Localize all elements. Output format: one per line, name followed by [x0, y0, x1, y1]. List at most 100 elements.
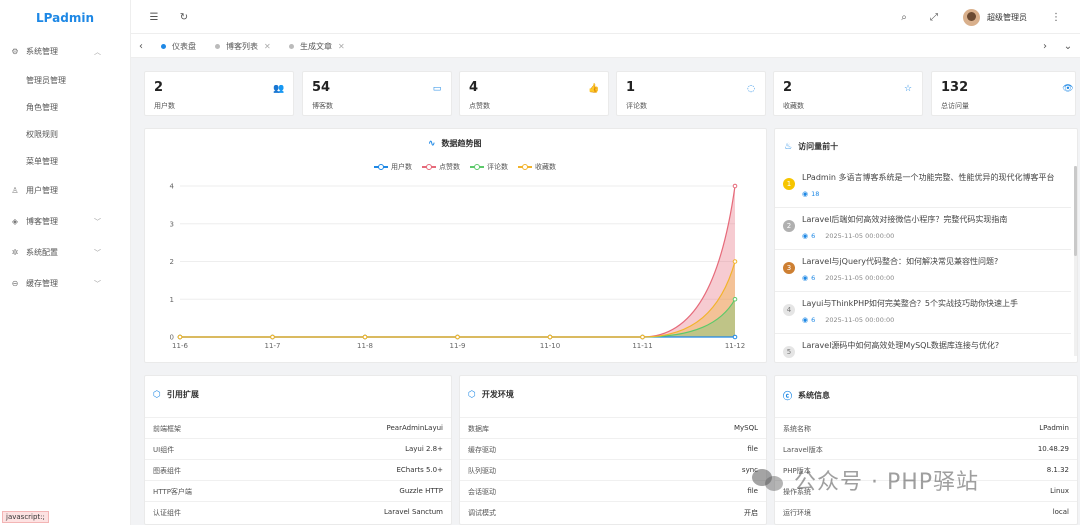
series-point [732, 259, 738, 264]
info-key: Laravel版本 [783, 446, 823, 454]
view-count: 18 [811, 190, 820, 198]
series-point [177, 334, 183, 340]
article-date: 2025-11-05 00:00:00 [825, 274, 895, 282]
sidebar-subitem-menus[interactable]: 菜单管理 [0, 148, 130, 175]
legend-item[interactable]: 收藏数 [518, 162, 556, 172]
article-title[interactable]: Layui与ThinkPHP如何完美整合？5个实战技巧助你快速上手 [802, 298, 1018, 309]
tab-blog-list[interactable]: 博客列表 ✕ [215, 38, 271, 54]
more-icon[interactable]: ⋮ [1049, 10, 1063, 24]
article-title[interactable]: Laravel后端如何高效对接微信小程序？完整代码实现指南 [802, 214, 1007, 225]
eye-icon: ◉ [802, 316, 809, 324]
refresh-icon[interactable]: ↻ [177, 10, 191, 24]
devenv-title: ⬡ 开发环境 [468, 389, 514, 400]
article-title[interactable]: Laravel源码中如何高效处理MySQL数据库连接与优化? [802, 340, 999, 351]
sidebar-item-users[interactable]: ♙ 用户管理 [0, 175, 130, 206]
info-row: 缓存驱动 file [460, 438, 766, 459]
x-tick-label: 11-11 [632, 342, 652, 350]
tab-dropdown-icon[interactable]: ⌄ [1061, 39, 1075, 53]
info-value: LPadmin [1039, 424, 1069, 432]
sidebar-item-config[interactable]: ✲ 系统配置 ﹀ [0, 237, 130, 268]
legend-item[interactable]: 点赞数 [422, 162, 460, 172]
article-title[interactable]: Laravel与jQuery代码整合：如何解决常见兼容性问题? [802, 256, 998, 267]
info-value: PearAdminLayui [386, 424, 443, 432]
y-tick-label: 4 [170, 183, 175, 191]
devenv-title-text: 开发环境 [481, 390, 514, 399]
top-ten-title: ♨ 访问量前十 [784, 141, 838, 152]
wechat-logo-icon [752, 467, 786, 493]
avatar [963, 8, 980, 26]
layers-icon: ◈ [11, 217, 19, 226]
legend-marker [422, 163, 436, 171]
article-title[interactable]: LPadmin 多语言博客系统是一个功能完整、性能优异的现代化博客平台 [802, 172, 1055, 183]
gear-icon: ⚙ [11, 47, 19, 56]
info-key: 调试模式 [468, 509, 496, 517]
sysinfo-title: ⓒ 系统信息 [783, 389, 830, 402]
tab-scroll-right-icon[interactable]: › [1038, 39, 1052, 53]
menu-fold-icon[interactable]: ☰ [147, 10, 161, 24]
legend-label: 评论数 [487, 163, 508, 171]
sysinfo-card: ⓒ 系统信息 系统名称 LPadmin Laravel版本 10.48.29 PHP… [774, 375, 1078, 525]
stat-value: 2 [783, 80, 793, 95]
sidebar: LPadmin ⚙ 系统管理 ︿ 管理员管理 角色管理 权限规则 菜单管理 ♙ … [0, 0, 131, 525]
stat-value: 1 [626, 80, 636, 95]
list-item[interactable]: 5 Laravel源码中如何高效处理MySQL数据库连接与优化? [775, 334, 1071, 362]
extensions-title: ⬡ 引用扩展 [153, 389, 199, 400]
stat-label: 点赞数 [469, 102, 490, 110]
eye-icon: 👁 [1062, 84, 1074, 94]
users-icon: 👥 [273, 84, 285, 94]
article-meta: ◉ 6 2025-11-05 00:00:00 [802, 274, 894, 282]
search-icon[interactable]: ⌕ [897, 10, 911, 24]
sidebar-item-label: 缓存管理 [26, 279, 58, 288]
scroll-thumb[interactable] [1074, 166, 1077, 256]
comment-icon: ◌ [747, 84, 755, 94]
list-item[interactable]: 3 Laravel与jQuery代码整合：如何解决常见兼容性问题? ◉ 6 20… [775, 250, 1071, 292]
tab-dot [289, 43, 294, 49]
star-icon: ☆ [903, 84, 913, 94]
eye-icon: ◉ [802, 232, 809, 240]
info-row: 数据库 MySQL [460, 417, 766, 438]
stat-card-users: 2 用户数 👥 [144, 71, 294, 116]
rank-badge: 1 [783, 178, 795, 190]
legend-label: 点赞数 [439, 163, 460, 171]
stat-card-comments: 1 评论数 ◌ [616, 71, 766, 116]
view-count: 6 [811, 316, 816, 324]
app-logo[interactable]: LPadmin [0, 0, 130, 36]
close-icon[interactable]: ✕ [338, 42, 345, 51]
sidebar-item-cache[interactable]: ⊖ 缓存管理 ﹀ [0, 268, 130, 299]
list-item[interactable]: 2 Laravel后端如何高效对接微信小程序？完整代码实现指南 ◉ 6 2025… [775, 208, 1071, 250]
list-scrollbar[interactable] [1074, 166, 1077, 356]
watermark-text: 公众号 · PHP驿站 [794, 470, 980, 495]
chevron-down-icon: ﹀ [94, 249, 101, 257]
info-row: 运行环境 local [775, 501, 1077, 522]
tab-dot [215, 43, 220, 49]
tab-dashboard[interactable]: 仪表盘 [161, 38, 196, 54]
sidebar-item-blog[interactable]: ◈ 博客管理 ﹀ [0, 206, 130, 237]
legend-marker [470, 163, 484, 171]
tab-scroll-left-icon[interactable]: ‹ [134, 39, 148, 53]
info-row: UI组件 Layui 2.8+ [145, 438, 451, 459]
stat-value: 4 [469, 80, 479, 95]
chart-title-text: 数据趋势图 [441, 139, 482, 148]
user-menu[interactable]: 超级管理员 [963, 8, 1027, 26]
fire-icon: ♨ [784, 141, 793, 152]
info-value: 10.48.29 [1037, 445, 1069, 453]
rank-badge: 2 [783, 220, 795, 232]
rank-badge: 3 [783, 262, 795, 274]
list-item[interactable]: 4 Layui与ThinkPHP如何完美整合？5个实战技巧助你快速上手 ◉ 6 … [775, 292, 1071, 334]
info-row: 认证组件 Laravel Sanctum [145, 501, 451, 522]
sidebar-item-system[interactable]: ⚙ 系统管理 ︿ [0, 36, 130, 67]
stat-card-likes: 4 点赞数 👍 [459, 71, 609, 116]
article-meta: ◉ 6 2025-11-05 00:00:00 [802, 232, 894, 240]
list-item[interactable]: 1 LPadmin 多语言博客系统是一个功能完整、性能优异的现代化博客平台 ◉ … [775, 166, 1071, 208]
sidebar-subitem-permissions[interactable]: 权限规则 [0, 121, 130, 148]
fullscreen-icon[interactable]: ⤢ [927, 10, 941, 24]
sidebar-subitem-admins[interactable]: 管理员管理 [0, 67, 130, 94]
info-key: 图表组件 [153, 467, 181, 475]
legend-item[interactable]: 用户数 [374, 162, 412, 172]
close-icon[interactable]: ✕ [264, 42, 271, 51]
sidebar-subitem-roles[interactable]: 角色管理 [0, 94, 130, 121]
legend-item[interactable]: 评论数 [470, 162, 508, 172]
info-key: 前端框架 [153, 425, 181, 433]
stat-card-blogs: 54 博客数 ▭ [302, 71, 452, 116]
tab-generate-article[interactable]: 生成文章 ✕ [289, 38, 345, 54]
